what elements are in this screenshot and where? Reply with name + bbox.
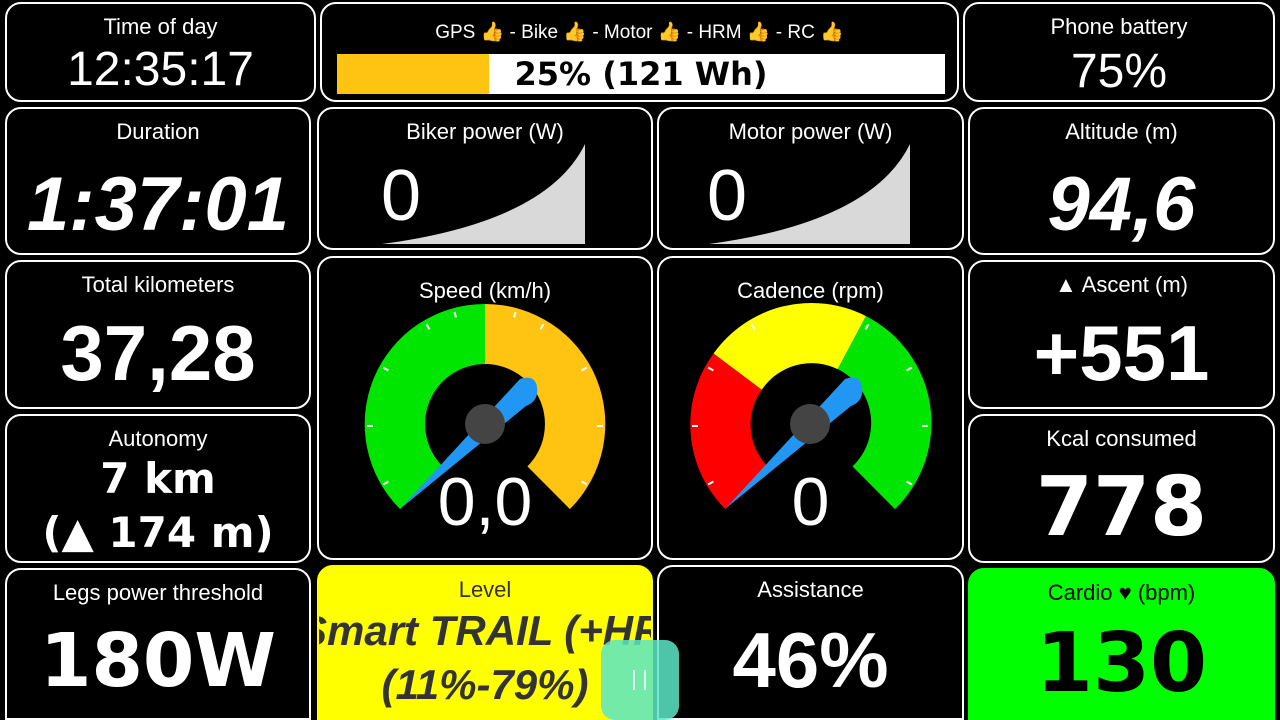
ascent-value: +551 <box>1033 309 1210 397</box>
autonomy-label: Autonomy <box>108 426 208 451</box>
time-of-day-label: Time of day <box>103 14 218 39</box>
motor-power-tile[interactable]: Motor power (W) 0 <box>657 107 964 250</box>
time-of-day-value: 12:35:17 <box>67 43 254 96</box>
motor-power-curve <box>709 144 910 244</box>
battery-bar: 25% (121 Wh) <box>337 54 945 94</box>
cadence-tile[interactable]: Cadence (rpm) 0 <box>657 256 964 560</box>
kcal-tile[interactable]: Kcal consumed 778 <box>968 414 1275 563</box>
duration-label: Duration <box>116 119 200 144</box>
biker-power-tile[interactable]: Biker power (W) 0 <box>317 107 653 250</box>
phone-battery-value: 75% <box>1070 45 1168 98</box>
legs-power-label: Legs power threshold <box>52 580 264 605</box>
legs-power-tile[interactable]: Legs power threshold 180W <box>5 568 311 720</box>
autonomy-distance: 7 km <box>100 454 216 503</box>
assistance-tile[interactable]: Assistance 46% <box>657 565 964 720</box>
phone-battery-tile[interactable]: Phone battery 75% <box>963 2 1275 102</box>
total-km-label: Total kilometers <box>81 272 235 297</box>
biker-power-value: 0 <box>381 156 422 236</box>
time-of-day-tile[interactable]: Time of day 12:35:17 <box>5 2 316 102</box>
ascent-tile[interactable]: ▲ Ascent (m) +551 <box>968 260 1275 409</box>
cadence-value: 0 <box>791 464 830 540</box>
motor-power-value: 0 <box>707 156 748 236</box>
speed-tile[interactable]: Speed (km/h) 0,0 <box>317 256 653 560</box>
cardio-tile[interactable]: Cardio ♥ (bpm) 130 <box>968 568 1275 720</box>
altitude-value: 94,6 <box>1047 162 1196 247</box>
total-km-value: 37,28 <box>60 309 256 397</box>
duration-tile[interactable]: Duration 1:37:01 <box>5 107 311 255</box>
cardio-label: Cardio ♥ (bpm) <box>1047 580 1196 605</box>
ascent-label: ▲ Ascent (m) <box>1054 272 1189 297</box>
cardio-value: 130 <box>1035 616 1208 711</box>
altitude-tile[interactable]: Altitude (m) 94,6 <box>968 107 1275 255</box>
assistance-value: 46% <box>732 616 889 704</box>
autonomy-tile[interactable]: Autonomy 7 km (▲ 174 m) <box>5 414 311 563</box>
kcal-value: 778 <box>1035 460 1208 555</box>
battery-bar-text: 25% (121 Wh) <box>514 55 768 93</box>
floating-handle-button[interactable] <box>601 640 679 720</box>
level-label: Level <box>458 577 512 602</box>
legs-power-value: 180W <box>39 618 277 704</box>
duration-value: 1:37:01 <box>27 162 289 247</box>
sensor-status-text: GPS 👍 - Bike 👍 - Motor 👍 - HRM 👍 - RC 👍 <box>435 22 844 43</box>
total-km-tile[interactable]: Total kilometers 37,28 <box>5 260 311 409</box>
altitude-label: Altitude (m) <box>1065 119 1178 144</box>
phone-battery-label: Phone battery <box>1050 14 1188 39</box>
autonomy-elevation: (▲ 174 m) <box>42 508 274 557</box>
kcal-label: Kcal consumed <box>1046 426 1197 451</box>
biker-power-curve <box>382 144 585 244</box>
status-tile[interactable]: GPS 👍 - Bike 👍 - Motor 👍 - HRM 👍 - RC 👍 … <box>320 2 959 102</box>
assistance-label: Assistance <box>757 577 864 602</box>
speed-value: 0,0 <box>437 464 533 540</box>
pause-icon <box>633 670 647 690</box>
